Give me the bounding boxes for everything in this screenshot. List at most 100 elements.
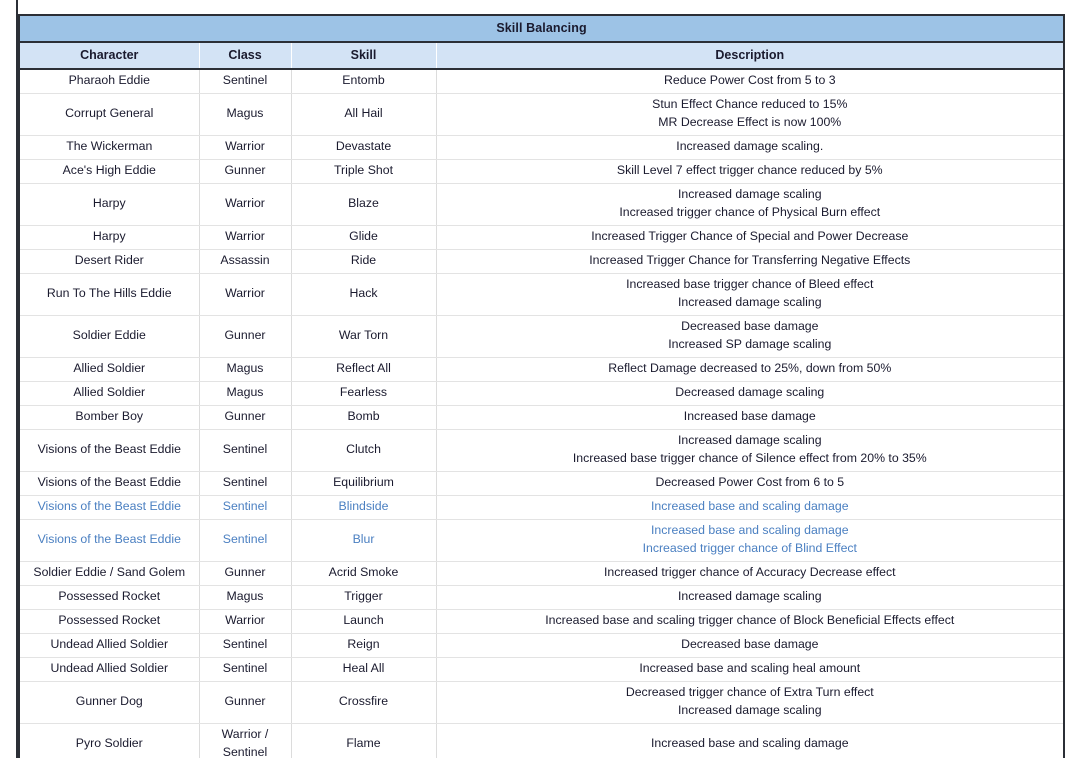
table-row: HarpyWarriorBlazeIncreased damage scalin… <box>19 184 1064 226</box>
cell-class: Warrior / Sentinel <box>199 724 291 758</box>
cell-skill: Blaze <box>291 184 436 226</box>
cell-skill: Reign <box>291 634 436 658</box>
table-row: Visions of the Beast EddieSentinelBlinds… <box>19 496 1064 520</box>
cell-skill: War Torn <box>291 316 436 358</box>
cell-description: Increased damage scaling Increased trigg… <box>436 184 1064 226</box>
cell-description: Decreased damage scaling <box>436 382 1064 406</box>
cell-character: Undead Allied Soldier <box>19 634 199 658</box>
cell-class: Magus <box>199 94 291 136</box>
cell-class: Gunner <box>199 682 291 724</box>
table-row: Possessed RocketWarriorLaunchIncreased b… <box>19 610 1064 634</box>
table-row: Corrupt GeneralMagusAll HailStun Effect … <box>19 94 1064 136</box>
cell-character: Possessed Rocket <box>19 610 199 634</box>
cell-skill: Blindside <box>291 496 436 520</box>
cell-character: Possessed Rocket <box>19 586 199 610</box>
cell-skill: Devastate <box>291 136 436 160</box>
table-row: Allied SoldierMagusFearlessDecreased dam… <box>19 382 1064 406</box>
table-row: Pyro SoldierWarrior / SentinelFlameIncre… <box>19 724 1064 758</box>
cell-description: Decreased Power Cost from 6 to 5 <box>436 472 1064 496</box>
cell-class: Warrior <box>199 184 291 226</box>
table-body: Pharaoh EddieSentinelEntombReduce Power … <box>19 69 1064 758</box>
cell-description: Increased base and scaling damage Increa… <box>436 520 1064 562</box>
skill-balancing-table: Skill Balancing Character Class Skill De… <box>18 14 1065 758</box>
table-row: Visions of the Beast EddieSentinelBlurIn… <box>19 520 1064 562</box>
cell-description: Increased base and scaling trigger chanc… <box>436 610 1064 634</box>
cell-class: Warrior <box>199 610 291 634</box>
cell-class: Magus <box>199 586 291 610</box>
table-row: Undead Allied SoldierSentinelHeal AllInc… <box>19 658 1064 682</box>
cell-skill: Trigger <box>291 586 436 610</box>
cell-character: Soldier Eddie / Sand Golem <box>19 562 199 586</box>
cell-class: Sentinel <box>199 430 291 472</box>
cell-description: Increased damage scaling. <box>436 136 1064 160</box>
cell-class: Gunner <box>199 562 291 586</box>
table-row: Desert RiderAssassinRideIncreased Trigge… <box>19 250 1064 274</box>
table-row: Allied SoldierMagusReflect AllReflect Da… <box>19 358 1064 382</box>
cell-skill: Launch <box>291 610 436 634</box>
column-header-skill[interactable]: Skill <box>291 42 436 69</box>
cell-skill: Heal All <box>291 658 436 682</box>
cell-character: Undead Allied Soldier <box>19 658 199 682</box>
table-head: Skill Balancing Character Class Skill De… <box>19 15 1064 69</box>
cell-description: Decreased base damage <box>436 634 1064 658</box>
cell-skill: Fearless <box>291 382 436 406</box>
cell-skill: Triple Shot <box>291 160 436 184</box>
cell-description: Increased damage scaling <box>436 586 1064 610</box>
cell-character: The Wickerman <box>19 136 199 160</box>
cell-character: Bomber Boy <box>19 406 199 430</box>
table-row: Soldier Eddie / Sand GolemGunnerAcrid Sm… <box>19 562 1064 586</box>
cell-character: Visions of the Beast Eddie <box>19 430 199 472</box>
column-header-description[interactable]: Description <box>436 42 1064 69</box>
cell-class: Sentinel <box>199 634 291 658</box>
cell-description: Increased base and scaling damage <box>436 724 1064 758</box>
column-header-character[interactable]: Character <box>19 42 199 69</box>
cell-description: Increased Trigger Chance of Special and … <box>436 226 1064 250</box>
cell-skill: Blur <box>291 520 436 562</box>
cell-class: Sentinel <box>199 658 291 682</box>
cell-class: Sentinel <box>199 69 291 94</box>
table-row: Pharaoh EddieSentinelEntombReduce Power … <box>19 69 1064 94</box>
cell-skill: Ride <box>291 250 436 274</box>
cell-character: Run To The Hills Eddie <box>19 274 199 316</box>
cell-character: Visions of the Beast Eddie <box>19 520 199 562</box>
cell-skill: Acrid Smoke <box>291 562 436 586</box>
table-row: Undead Allied SoldierSentinelReignDecrea… <box>19 634 1064 658</box>
cell-description: Reflect Damage decreased to 25%, down fr… <box>436 358 1064 382</box>
cell-character: Allied Soldier <box>19 382 199 406</box>
cell-class: Magus <box>199 382 291 406</box>
cell-character: Pharaoh Eddie <box>19 69 199 94</box>
cell-character: Visions of the Beast Eddie <box>19 472 199 496</box>
cell-skill: Clutch <box>291 430 436 472</box>
cell-description: Increased base trigger chance of Bleed e… <box>436 274 1064 316</box>
cell-skill: Hack <box>291 274 436 316</box>
cell-class: Sentinel <box>199 520 291 562</box>
table-row: Possessed RocketMagusTriggerIncreased da… <box>19 586 1064 610</box>
cell-description: Decreased trigger chance of Extra Turn e… <box>436 682 1064 724</box>
cell-description: Skill Level 7 effect trigger chance redu… <box>436 160 1064 184</box>
cell-description: Increased base damage <box>436 406 1064 430</box>
table-row: Ace's High EddieGunnerTriple ShotSkill L… <box>19 160 1064 184</box>
cell-character: Harpy <box>19 184 199 226</box>
cell-description: Increased Trigger Chance for Transferrin… <box>436 250 1064 274</box>
cell-character: Soldier Eddie <box>19 316 199 358</box>
cell-character: Corrupt General <box>19 94 199 136</box>
table-row: Visions of the Beast EddieSentinelClutch… <box>19 430 1064 472</box>
table-row: The WickermanWarriorDevastateIncreased d… <box>19 136 1064 160</box>
table-row: Run To The Hills EddieWarriorHackIncreas… <box>19 274 1064 316</box>
cell-description: Reduce Power Cost from 5 to 3 <box>436 69 1064 94</box>
cell-character: Desert Rider <box>19 250 199 274</box>
cell-class: Sentinel <box>199 496 291 520</box>
table-title-row: Skill Balancing <box>19 15 1064 42</box>
cell-class: Gunner <box>199 160 291 184</box>
cell-description: Stun Effect Chance reduced to 15% MR Dec… <box>436 94 1064 136</box>
cell-description: Increased base and scaling heal amount <box>436 658 1064 682</box>
table-title: Skill Balancing <box>19 15 1064 42</box>
cell-description: Increased trigger chance of Accuracy Dec… <box>436 562 1064 586</box>
cell-character: Pyro Soldier <box>19 724 199 758</box>
column-header-class[interactable]: Class <box>199 42 291 69</box>
cell-skill: Entomb <box>291 69 436 94</box>
page-root: Skill Balancing Character Class Skill De… <box>0 0 1080 758</box>
cell-skill: Crossfire <box>291 682 436 724</box>
table-row: Gunner DogGunnerCrossfireDecreased trigg… <box>19 682 1064 724</box>
cell-skill: Flame <box>291 724 436 758</box>
